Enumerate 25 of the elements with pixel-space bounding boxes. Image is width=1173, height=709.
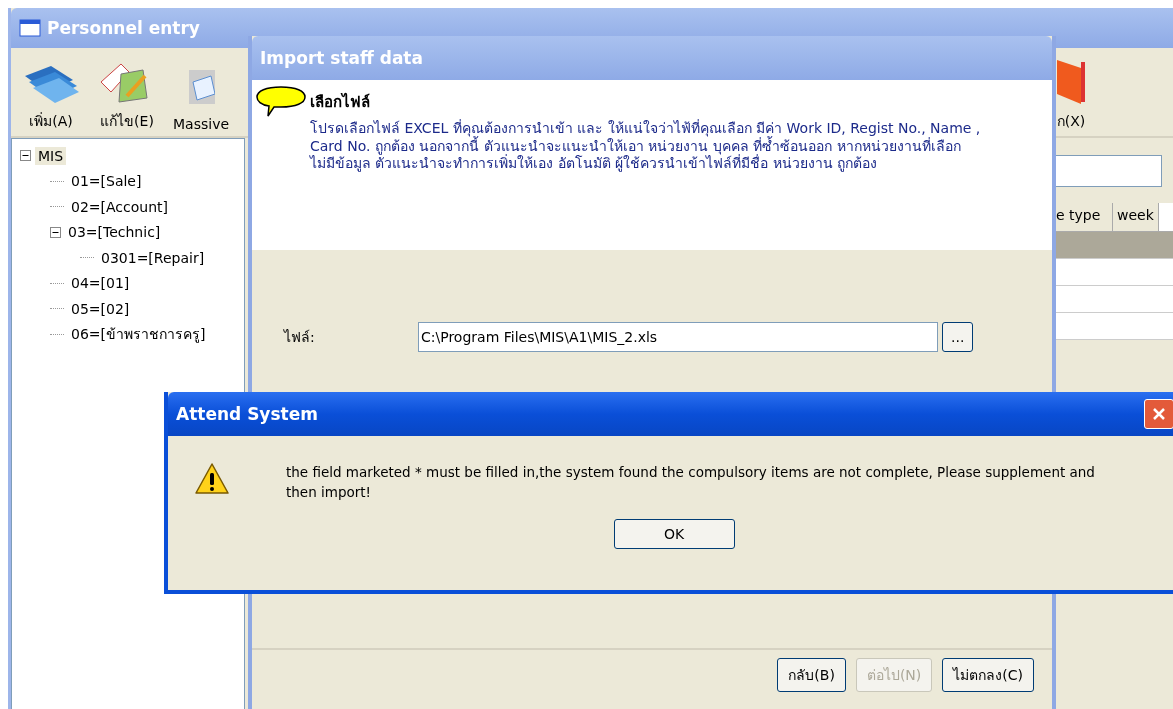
dialog-title: Import staff data: [260, 48, 423, 68]
step-heading: เลือกไฟล์: [310, 91, 371, 113]
browse-button[interactable]: ...: [942, 322, 974, 352]
message-text: the field marketed * must be filled in,the system found the compulsory items are not complete, Please supplement and then import!: [286, 463, 1096, 503]
wizard-button[interactable]: กลับ(B): [777, 658, 846, 692]
file-label: ไฟล์:: [284, 328, 316, 347]
ok-button[interactable]: OK: [613, 518, 735, 549]
tree-item[interactable]: MIS: [35, 146, 67, 165]
column-header[interactable]: week: [1113, 203, 1159, 231]
window-title: Personnel entry: [47, 18, 200, 38]
tree-item[interactable]: 05=[02]: [68, 299, 133, 318]
tree-item[interactable]: 0301=[Repair]: [98, 248, 208, 267]
tree-item[interactable]: 04=[01]: [68, 274, 133, 293]
file-path-field[interactable]: C:\Program Files\MIS\A1\MIS_2.xls: [418, 322, 938, 352]
step-description: โปรดเลือกไฟล์ EXCEL ที่คุณต้องการนำเข้า และ ให้แน่ใจว่าไฟ้ที่คุณเลือก มีค่า Work ID, Regist No., Name , Card No. ถูกต้อง นอกจากนี้ ตัวแนะนำจะแนะนำให้เอา หน่วยงาน บุคคล ที่ซ้ำซ้อนออก หากหน่วยงานที่เลือก ไม่มีข้อมูล ตัวแนะนำจะทำการเพิ่มให้เอง อัตโนมัติ ผู้ใช้ควรนำเข้าไฟล์ที่มีชื่อ หน่วยงาน ถูกต้อง: [310, 120, 982, 173]
tree-item[interactable]: 01=[Sale]: [68, 172, 145, 191]
wizard-button[interactable]: ไม่ตกลง(C): [942, 658, 1034, 692]
toolbar-button[interactable]: แก้ไข(E): [93, 56, 161, 132]
toolbar-button[interactable]: Massive: [169, 56, 234, 132]
tree-item[interactable]: 06=[ข้าพราชการครู]: [68, 322, 209, 347]
toolbar-button[interactable]: เพิ่ม(A): [17, 56, 85, 132]
toolbar-button[interactable]: ก(X): [1049, 56, 1093, 132]
tree-item[interactable]: 03=[Technic]: [65, 223, 164, 242]
message-box-title: Attend System: [176, 404, 318, 424]
tree-item[interactable]: 02=[Account]: [68, 197, 171, 216]
